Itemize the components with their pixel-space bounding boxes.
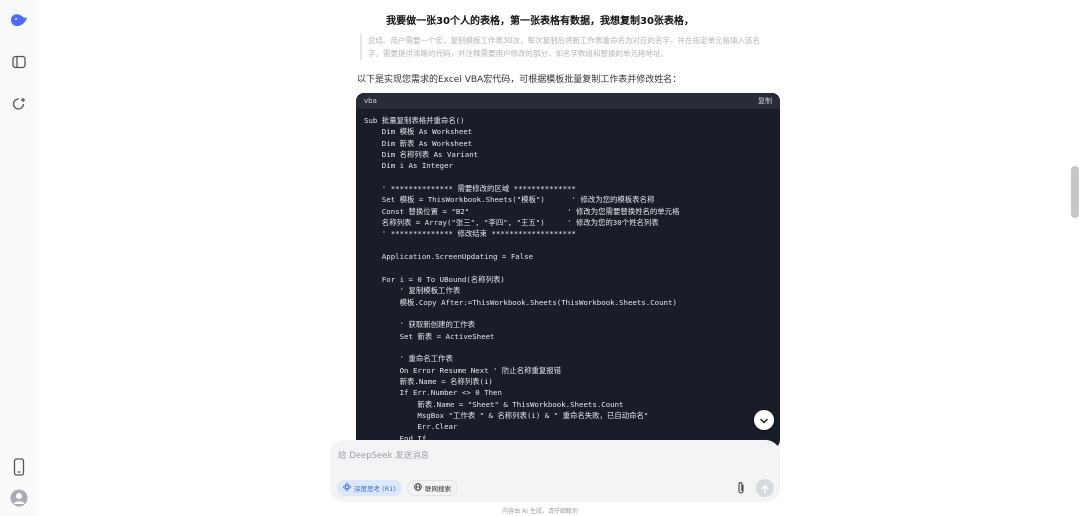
code-line: Dim i As Integer xyxy=(364,161,453,171)
code-line: ' ************** 修改结束 ******************… xyxy=(364,229,576,239)
scroll-to-bottom-button[interactable] xyxy=(754,410,774,430)
send-button[interactable] xyxy=(756,479,774,497)
code-line: Dim 名称列表 As Variant xyxy=(364,150,479,160)
send-arrow-icon xyxy=(760,479,770,498)
message-input[interactable]: 给 DeepSeek 发送消息 xyxy=(338,449,429,461)
paperclip-icon[interactable] xyxy=(734,480,748,496)
code-block: vba 复制 Sub 批量复制表格并重命名() Dim 模板 As Worksh… xyxy=(356,93,780,448)
new-chat-icon[interactable] xyxy=(9,94,29,114)
code-line: 新表.Name = "Sheet" & ThisWorkbook.Sheets.… xyxy=(364,399,624,409)
code-line: ' 复制模板工作表 xyxy=(364,286,461,296)
code-line: Set 新表 = ActiveSheet xyxy=(364,331,495,341)
code-line: MsgBox "工作表 " & 名称列表(i) & " 重命名失败，已自动命名" xyxy=(364,410,649,420)
deep-think-label: 深度思考 (R1) xyxy=(354,485,396,493)
code-line: Const 替换位置 = "B2" ' 修改为您需要替换姓名的单元格 xyxy=(364,206,680,216)
code-line: ' 获取新创建的工作表 xyxy=(364,320,476,330)
sidebar-toggle-icon[interactable] xyxy=(9,52,29,72)
conversation-title: 我要做一张30个人的表格，第一张表格有数据，我想复制30张表格， xyxy=(386,16,694,27)
page-scrollbar[interactable] xyxy=(1071,166,1079,218)
message-composer: 给 DeepSeek 发送消息 深度思考 (R1) 联网搜索 xyxy=(330,440,780,502)
thinking-line: 总结。用户需要一个宏，复制模板工作表30次，每次复制后将新工作表重命名为对应的名… xyxy=(368,36,761,45)
left-rail xyxy=(0,0,38,516)
web-search-label: 联网搜索 xyxy=(425,485,451,493)
code-line: 名称列表 = Array("张三", "李四", "王五") ' 修改为您的30… xyxy=(364,218,659,228)
code-line: Err.Clear xyxy=(364,422,458,432)
code-line: Set 模板 = ThisWorkbook.Sheets("模板") ' 修改为… xyxy=(364,195,655,205)
user-avatar-icon[interactable] xyxy=(9,488,29,508)
copy-code-button[interactable]: 复制 xyxy=(758,96,772,106)
code-line: 模板.Copy After:=ThisWorkbook.Sheets(ThisW… xyxy=(364,297,677,307)
chevron-down-icon xyxy=(759,411,769,430)
code-line: ' 重命名工作表 xyxy=(364,354,453,364)
code-line: ' ************** 需要修改的区域 ************** xyxy=(364,184,576,194)
code-line: Dim 新表 As Worksheet xyxy=(364,138,473,148)
code-header: vba 复制 xyxy=(356,93,780,109)
phone-icon[interactable] xyxy=(9,457,29,477)
atom-icon xyxy=(343,483,351,493)
code-body: Sub 批量复制表格并重命名() Dim 模板 As Worksheet Dim… xyxy=(356,109,780,448)
code-line: If Err.Number <> 0 Then xyxy=(364,388,502,398)
ai-disclaimer: 内容由 AI 生成，请仔细甄别 xyxy=(502,508,578,515)
answer-intro: 以下是实现您需求的Excel VBA宏代码，可根据模板批量复制工作表并修改姓名： xyxy=(357,75,682,85)
code-line: On Error Resume Next ' 防止名称重复报错 xyxy=(364,365,562,375)
code-line: Application.ScreenUpdating = False xyxy=(364,252,534,262)
thinking-line: 字。需要提供清晰的代码，并注释需要用户修改的部分，如名字数组和替换的单元格地址。 xyxy=(368,49,668,58)
code-line: Sub 批量复制表格并重命名() xyxy=(364,116,465,125)
code-language: vba xyxy=(364,97,377,105)
code-line: For i = 0 To UBound(名称列表) xyxy=(364,274,505,284)
code-line: 新表.Name = 名称列表(i) xyxy=(364,376,493,386)
code-line: Dim 模板 As Worksheet xyxy=(364,127,473,137)
web-search-toggle[interactable]: 联网搜索 xyxy=(407,480,458,496)
globe-icon xyxy=(414,483,422,493)
thinking-text: 总结。用户需要一个宏，复制模板工作表30次，每次复制后将新工作表重命名为对应的名… xyxy=(360,34,778,60)
deep-think-toggle[interactable]: 深度思考 (R1) xyxy=(337,480,402,496)
